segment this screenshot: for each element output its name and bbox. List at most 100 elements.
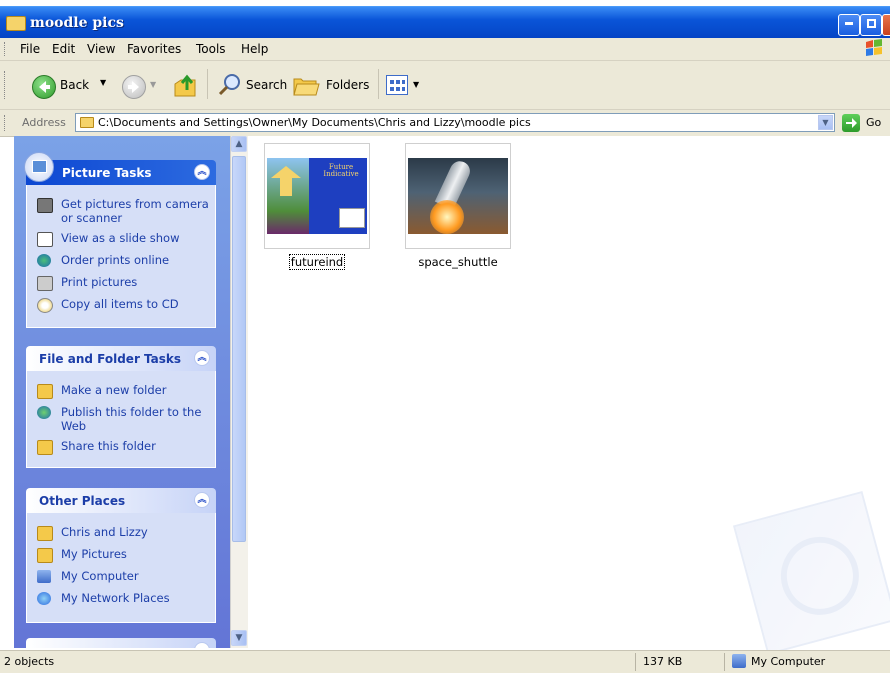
- network-icon: [37, 592, 51, 605]
- address-grip: [4, 115, 8, 131]
- details-panel: ︽: [26, 638, 216, 648]
- address-label: Address: [22, 116, 66, 129]
- forward-arrow-icon: [128, 81, 139, 93]
- menu-view[interactable]: View: [87, 42, 115, 56]
- panel-title: Other Places: [39, 494, 126, 508]
- search-icon: [218, 74, 240, 96]
- menu-grip: [4, 42, 8, 56]
- close-button[interactable]: [882, 14, 890, 36]
- other-places-body: Chris and Lizzy My Pictures My Computer …: [26, 513, 216, 623]
- file-view[interactable]: Future Indicative futureind space_shuttl…: [248, 136, 890, 656]
- picture-tasks-body: Get pictures from camera or scanner View…: [26, 185, 216, 328]
- forward-button[interactable]: [122, 75, 146, 99]
- folder-icon: [80, 117, 94, 128]
- collapse-chevron-icon[interactable]: ︽: [194, 642, 210, 648]
- toolbar-separator: [378, 69, 379, 99]
- menu-edit[interactable]: Edit: [52, 42, 75, 56]
- share-folder-icon: [37, 440, 53, 455]
- address-dropdown-button[interactable]: ▼: [818, 115, 833, 130]
- menu-tools[interactable]: Tools: [196, 42, 226, 56]
- window-title: moodle pics: [30, 15, 124, 31]
- file-folder-tasks-panel: File and Folder Tasks ︽ Make a new folde…: [26, 346, 216, 468]
- go-button[interactable]: Go: [842, 113, 890, 133]
- panel-title: Picture Tasks: [62, 166, 152, 180]
- status-location: My Computer: [751, 655, 826, 668]
- task-pane-scrollbar[interactable]: ▲ ▼: [230, 136, 248, 648]
- scroll-thumb[interactable]: [232, 156, 246, 542]
- watermark-graphic: [732, 490, 890, 656]
- maximize-button[interactable]: [860, 14, 882, 36]
- slideshow-icon: [37, 232, 53, 247]
- thumbnail-image: [408, 158, 508, 234]
- collapse-chevron-icon[interactable]: ︽: [194, 350, 210, 366]
- globe-icon: [37, 254, 51, 267]
- views-icon: [386, 75, 408, 95]
- file-folder-tasks-header[interactable]: File and Folder Tasks ︽: [26, 346, 216, 371]
- menu-help[interactable]: Help: [241, 42, 268, 56]
- panel-title: File and Folder Tasks: [39, 352, 182, 366]
- printer-icon: [37, 276, 53, 291]
- status-object-count: 2 objects: [4, 655, 55, 668]
- title-bar[interactable]: moodle pics: [0, 6, 890, 39]
- collapse-chevron-icon[interactable]: ︽: [194, 492, 210, 508]
- address-path: C:\Documents and Settings\Owner\My Docum…: [98, 116, 531, 129]
- my-computer-icon: [37, 570, 51, 583]
- picture-tasks-panel: Picture Tasks ︽ Get pictures from camera…: [24, 152, 216, 328]
- status-bar: 2 objects 137 KB My Computer: [0, 650, 890, 673]
- status-divider: [724, 653, 725, 671]
- camera-icon: [37, 198, 53, 213]
- search-label: Search: [246, 78, 288, 92]
- my-pictures-icon: [37, 548, 53, 563]
- menu-bar: File Edit View Favorites Tools Help: [0, 38, 890, 61]
- scroll-up-button[interactable]: ▲: [231, 136, 247, 152]
- back-dropdown-icon[interactable]: ▼: [100, 78, 106, 87]
- file-thumbnail[interactable]: [405, 143, 511, 249]
- forward-dropdown-icon[interactable]: ▼: [150, 80, 156, 89]
- file-name[interactable]: futureind: [252, 254, 382, 270]
- scroll-down-button[interactable]: ▼: [231, 630, 247, 646]
- my-computer-icon: [732, 654, 746, 668]
- status-size: 137 KB: [643, 655, 683, 668]
- folders-label: Folders: [326, 78, 370, 92]
- file-folder-tasks-body: Make a new folder Publish this folder to…: [26, 371, 216, 468]
- views-button[interactable]: ▼: [386, 74, 422, 98]
- back-label: Back: [60, 78, 90, 92]
- toolbar-grip: [4, 71, 8, 99]
- back-button[interactable]: Back ▼: [16, 67, 106, 103]
- folders-button[interactable]: Folders: [292, 69, 372, 101]
- exhaust-graphic: [430, 200, 464, 234]
- thumbnail-title: Future Indicative: [323, 163, 359, 178]
- folders-icon: [293, 78, 320, 96]
- file-thumbnail[interactable]: Future Indicative: [264, 143, 370, 249]
- menu-file[interactable]: File: [20, 42, 40, 56]
- minimize-button[interactable]: [838, 14, 860, 36]
- picture-tasks-icon: [24, 152, 54, 182]
- address-bar: Address C:\Documents and Settings\Owner\…: [0, 110, 890, 137]
- cd-icon: [37, 298, 53, 313]
- address-field[interactable]: C:\Documents and Settings\Owner\My Docum…: [75, 113, 835, 132]
- toolbar-separator: [207, 69, 208, 99]
- toolbar: Back ▼ ▼ Search Folders ▼: [0, 61, 890, 110]
- views-dropdown-icon[interactable]: ▼: [413, 80, 419, 89]
- other-places-header[interactable]: Other Places ︽: [26, 488, 216, 513]
- picture-tasks-header[interactable]: Picture Tasks ︽: [24, 152, 216, 185]
- back-arrow-icon: [32, 75, 56, 99]
- go-label: Go: [866, 116, 882, 129]
- file-name-text: futureind: [288, 254, 346, 270]
- up-folder-button[interactable]: [173, 74, 199, 98]
- thumbnail-image: Future Indicative: [267, 158, 367, 234]
- collapse-chevron-icon[interactable]: ︽: [194, 164, 210, 180]
- task-pane: Picture Tasks ︽ Get pictures from camera…: [14, 136, 230, 648]
- details-header[interactable]: ︽: [26, 638, 216, 648]
- folder-icon: [37, 526, 53, 541]
- file-name[interactable]: space_shuttle: [393, 255, 523, 269]
- menu-favorites[interactable]: Favorites: [127, 42, 181, 56]
- other-places-panel: Other Places ︽ Chris and Lizzy My Pictur…: [26, 488, 216, 623]
- search-button[interactable]: Search: [214, 69, 294, 101]
- publish-web-icon: [37, 406, 51, 419]
- folder-icon: [6, 16, 26, 31]
- status-divider: [635, 653, 636, 671]
- go-arrow-icon: [842, 114, 860, 132]
- new-folder-icon: [37, 384, 53, 399]
- windows-logo-icon: [866, 39, 882, 56]
